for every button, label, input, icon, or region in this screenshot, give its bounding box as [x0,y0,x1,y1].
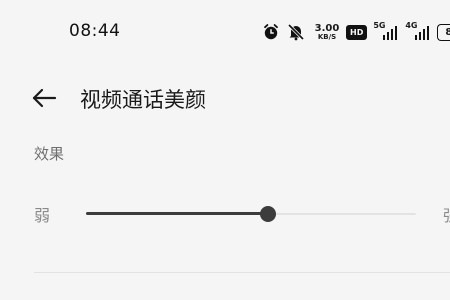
status-time: 08:44 [69,21,121,41]
battery-icon: 86 [437,23,450,41]
status-icons: 3.00 KB/S HD 5G 4G 86 [262,22,450,42]
signal-4g-icon: 4G [405,22,431,42]
effect-slider-row: 弱 强 [0,196,450,232]
status-bar: 08:44 3.00 KB/S HD 5G 4G 8 [0,0,450,62]
hd-badge: HD [346,24,368,40]
signal-5g-icon: 5G [373,22,399,42]
slider-thumb[interactable] [259,206,276,222]
page-title: 视频通话美颜 [80,88,206,112]
battery-level: 86 [445,26,450,38]
screen: 08:44 3.00 KB/S HD 5G 4G 8 视频通话美颜 效果 弱 [0,0,450,300]
section-label-effect: 效果 [34,145,65,163]
header: 视频通话美颜 [0,72,450,128]
effect-slider[interactable] [86,204,416,224]
divider [34,272,450,273]
slider-max-label: 强 [443,202,450,226]
network-speed-unit: KB/S [317,32,337,41]
slider-track-fill [86,212,268,215]
network-speed-value: 3.00 [314,22,340,34]
back-button[interactable] [28,84,60,116]
arrow-left-icon [31,87,57,113]
network-speed: 3.00 KB/S [312,21,342,43]
alarm-icon [262,23,280,41]
slider-min-label: 弱 [34,206,51,225]
mute-icon [286,23,306,41]
